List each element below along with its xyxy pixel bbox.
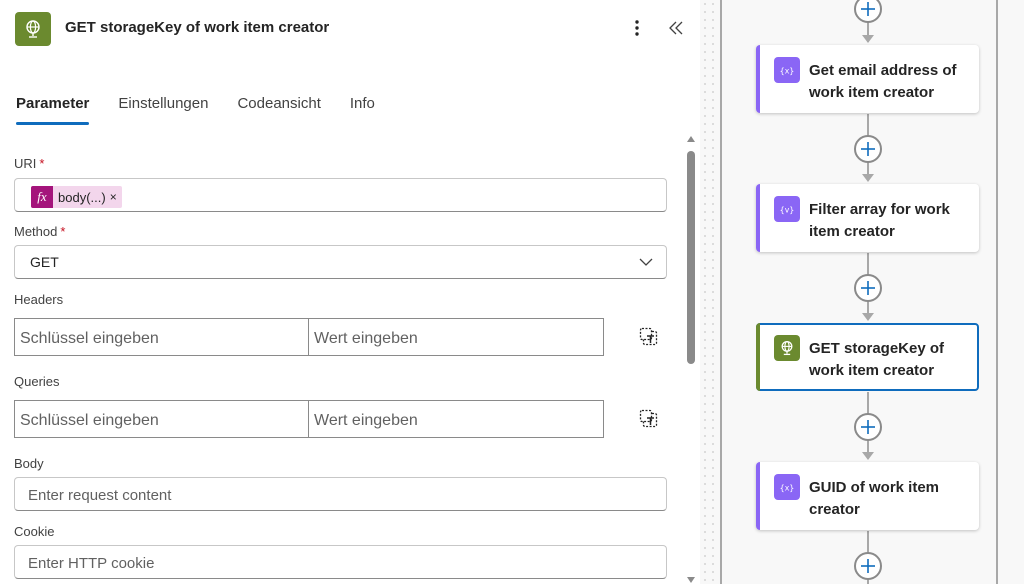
insert-step-button[interactable] bbox=[854, 0, 882, 23]
switch-to-text-mode-icon[interactable] bbox=[639, 409, 659, 429]
double-chevron-left-icon bbox=[669, 21, 683, 35]
function-icon: fx bbox=[31, 186, 53, 208]
method-dropdown[interactable]: GET bbox=[14, 245, 667, 279]
action-details-panel: GET storageKey of work item creator Para… bbox=[0, 0, 700, 584]
queries-value-input[interactable]: Wert eingeben bbox=[309, 400, 604, 438]
insert-step-button[interactable] bbox=[854, 135, 882, 163]
action-title[interactable]: GET storageKey of work item creator bbox=[65, 19, 329, 36]
tab-parameter[interactable]: Parameter bbox=[16, 94, 90, 126]
flow-step-card[interactable]: {x} GUID of work item creator bbox=[756, 462, 979, 530]
plus-icon bbox=[861, 281, 875, 295]
plus-icon bbox=[861, 142, 875, 156]
insert-step-button[interactable] bbox=[854, 413, 882, 441]
tab-codeansicht[interactable]: Codeansicht bbox=[237, 94, 320, 126]
arrow-down-icon bbox=[862, 452, 874, 460]
globe-icon bbox=[26, 20, 40, 38]
queries-key-input[interactable]: Schlüssel eingeben bbox=[14, 400, 309, 438]
arrow-down-icon bbox=[862, 174, 874, 182]
tab-einstellungen[interactable]: Einstellungen bbox=[118, 94, 208, 126]
remove-token-button[interactable]: × bbox=[110, 190, 122, 204]
headers-row: Schlüssel eingeben Wert eingeben bbox=[14, 318, 604, 356]
required-mark: * bbox=[39, 156, 45, 171]
flow-step-card[interactable]: {v} Filter array for work item creator bbox=[756, 184, 979, 252]
queries-row: Schlüssel eingeben Wert eingeben bbox=[14, 400, 604, 438]
step-title: GET storageKey of work item creator bbox=[809, 340, 945, 379]
globe-icon bbox=[774, 335, 800, 361]
uri-label: URI * bbox=[14, 156, 45, 171]
switch-to-text-mode-icon[interactable] bbox=[639, 327, 659, 347]
tab-info[interactable]: Info bbox=[350, 94, 375, 126]
flow-step-card-selected[interactable]: GET storageKey of work item creator bbox=[756, 323, 979, 391]
arrow-down-icon bbox=[862, 313, 874, 321]
tab-list: Parameter Einstellungen Codeansicht Info bbox=[16, 94, 404, 128]
body-label: Body bbox=[14, 456, 44, 471]
token-text: body(...) bbox=[58, 189, 106, 205]
cookie-placeholder: Enter HTTP cookie bbox=[28, 555, 155, 572]
chevron-down-icon bbox=[639, 258, 653, 266]
uri-input[interactable]: fx body(...) × bbox=[14, 178, 667, 212]
queries-label: Queries bbox=[14, 374, 60, 389]
scope-container: {x} Get email address of work item creat… bbox=[720, 0, 998, 584]
svg-text:{x}: {x} bbox=[780, 67, 794, 76]
scrollbar-thumb[interactable] bbox=[687, 151, 695, 364]
headers-key-input[interactable]: Schlüssel eingeben bbox=[14, 318, 309, 356]
headers-value-input[interactable]: Wert eingeben bbox=[309, 318, 604, 356]
step-title: GUID of work item creator bbox=[809, 479, 940, 518]
method-value: GET bbox=[30, 254, 59, 270]
scroll-up-arrow[interactable] bbox=[686, 135, 696, 143]
body-placeholder: Enter request content bbox=[28, 487, 172, 504]
cookie-input[interactable]: Enter HTTP cookie bbox=[14, 545, 667, 579]
action-icon bbox=[15, 12, 51, 46]
compose-icon: {x} bbox=[774, 57, 800, 83]
card-accent-bar bbox=[756, 45, 760, 113]
plus-icon bbox=[861, 559, 875, 573]
resize-grip-pattern bbox=[700, 0, 720, 584]
collapse-panel-button[interactable] bbox=[664, 15, 688, 41]
card-accent-bar bbox=[756, 462, 760, 530]
compose-icon: {v} bbox=[774, 196, 800, 222]
insert-step-button[interactable] bbox=[854, 552, 882, 580]
plus-icon bbox=[861, 2, 875, 16]
insert-step-button[interactable] bbox=[854, 274, 882, 302]
more-vertical-icon bbox=[635, 20, 639, 36]
svg-text:{x}: {x} bbox=[780, 484, 794, 493]
step-title: Filter array for work item creator bbox=[809, 201, 950, 240]
panel-resize-handle[interactable] bbox=[700, 0, 720, 584]
flow-step-card[interactable]: {x} Get email address of work item creat… bbox=[756, 45, 979, 113]
body-input[interactable]: Enter request content bbox=[14, 477, 667, 511]
more-options-button[interactable] bbox=[627, 15, 647, 41]
method-label: Method * bbox=[14, 224, 66, 239]
compose-icon: {x} bbox=[774, 474, 800, 500]
headers-label: Headers bbox=[14, 292, 64, 307]
cookie-label: Cookie bbox=[14, 524, 55, 539]
step-title: Get email address of work item creator bbox=[809, 62, 957, 101]
scroll-down-arrow[interactable] bbox=[686, 576, 696, 584]
flow-designer-canvas: {x} Get email address of work item creat… bbox=[700, 0, 1024, 584]
plus-icon bbox=[861, 420, 875, 434]
card-accent-bar bbox=[756, 323, 760, 391]
svg-text:{v}: {v} bbox=[780, 206, 794, 215]
expression-token[interactable]: fx body(...) × bbox=[31, 186, 122, 208]
arrow-down-icon bbox=[862, 35, 874, 43]
card-accent-bar bbox=[756, 184, 760, 252]
required-mark: * bbox=[60, 224, 66, 239]
